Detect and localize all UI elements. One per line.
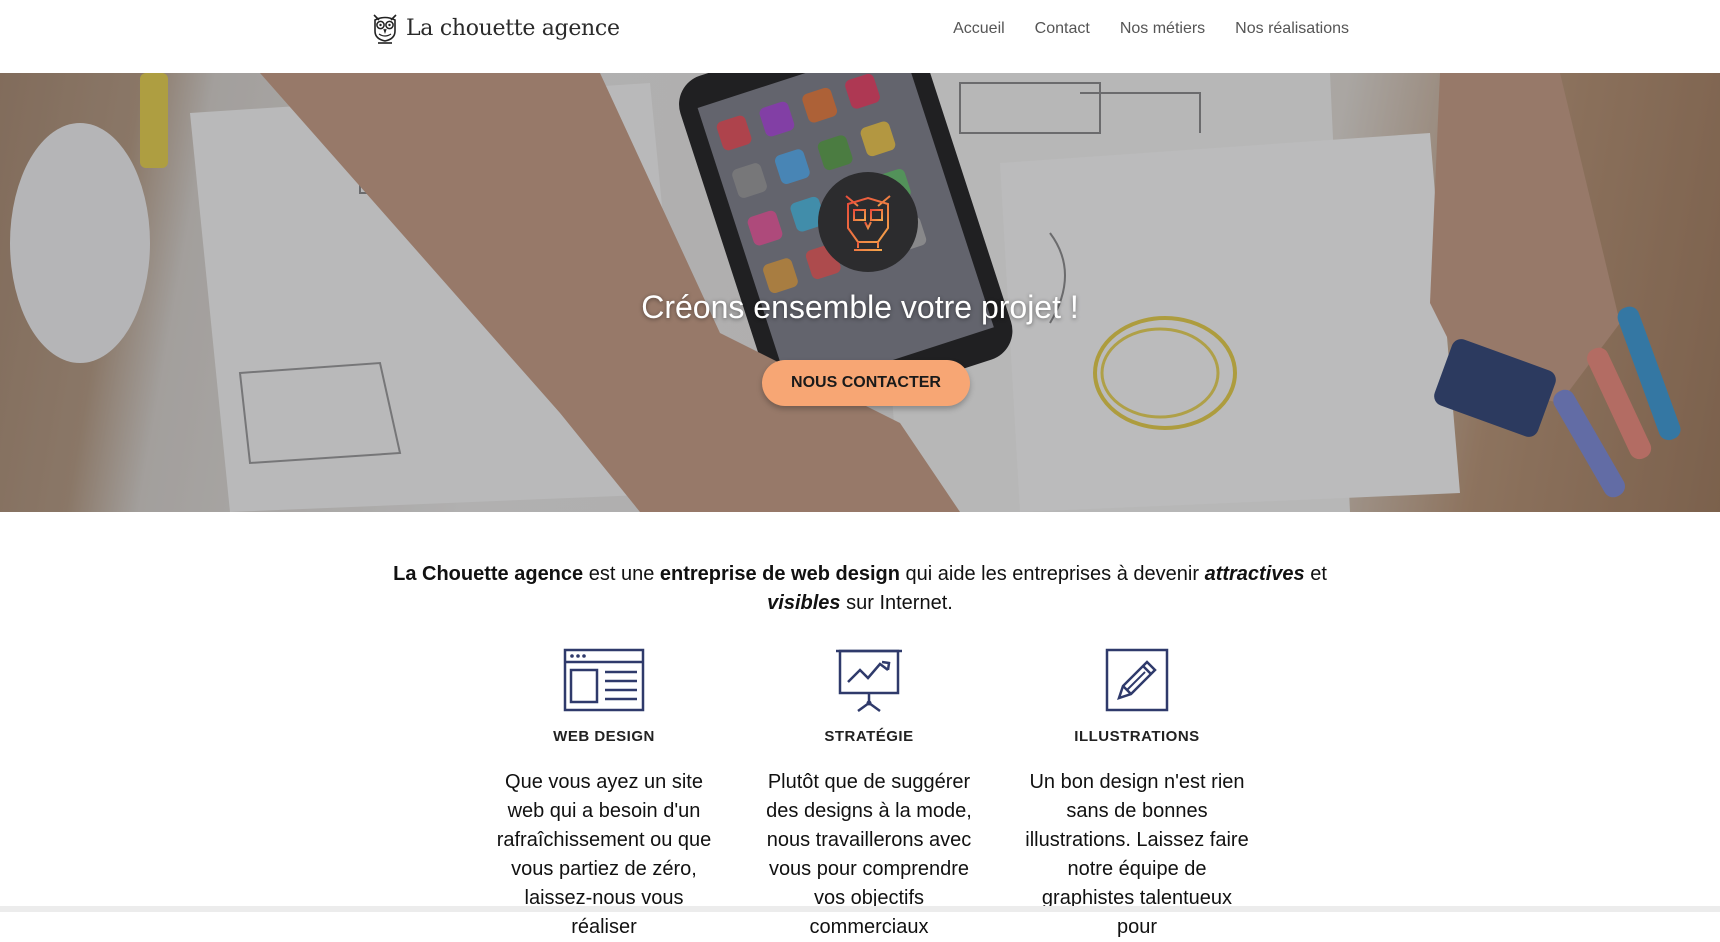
service-description: Un bon design n'est rien sans de bonnes … xyxy=(1025,771,1249,938)
intro-highlight: entreprise de web design xyxy=(659,563,900,585)
nav-link-nos-metiers[interactable]: Nos métiers xyxy=(1120,20,1205,38)
service-web-design: WEB DESIGN Que vous ayez un site web qui… xyxy=(489,648,719,942)
service-illustrations: ILLUSTRATIONS Un bon design n'est rien s… xyxy=(1022,648,1252,942)
intro-emphasis: attractives xyxy=(1204,563,1305,585)
intro-emphasis: visibles xyxy=(767,592,841,614)
service-description: Plutôt que de suggérer des designs à la … xyxy=(766,771,972,938)
nav-link-accueil[interactable]: Accueil xyxy=(953,20,1005,38)
service-title: STRATÉGIE xyxy=(824,728,914,745)
service-title: WEB DESIGN xyxy=(553,728,655,745)
owl-emblem-icon xyxy=(845,195,891,251)
strategy-icon xyxy=(836,649,902,712)
intro-fragment: qui aide les entreprises à devenir xyxy=(899,563,1205,585)
nav-link-contact[interactable]: Contact xyxy=(1035,20,1090,38)
service-title: ILLUSTRATIONS xyxy=(1074,728,1200,745)
intro-fragment: sur Internet. xyxy=(840,592,953,614)
site-header: La chouette agence Accueil Contact Nos m… xyxy=(0,0,1720,73)
illustration-icon xyxy=(1105,648,1169,712)
intro-brand: La Chouette agence xyxy=(393,563,584,585)
web-design-icon xyxy=(563,648,645,712)
hero-title: Créons ensemble votre projet ! xyxy=(641,289,1079,325)
horizontal-scrollbar[interactable] xyxy=(0,906,1720,912)
intro-fragment: est une xyxy=(583,563,660,585)
hero-banner: Créons ensemble votre projet ! NOUS CONT… xyxy=(0,73,1720,512)
service-strategie: STRATÉGIE Plutôt que de suggérer des des… xyxy=(754,648,984,942)
owl-logo-icon xyxy=(373,14,397,44)
service-description: Que vous ayez un site web qui a besoin d… xyxy=(496,771,712,938)
nav-link-nos-realisations[interactable]: Nos réalisations xyxy=(1235,20,1349,38)
owl-emblem xyxy=(818,172,918,272)
intro-fragment: et xyxy=(1304,563,1327,585)
main-nav: Accueil Contact Nos métiers Nos réalisat… xyxy=(953,20,1349,38)
contact-cta-button[interactable]: NOUS CONTACTER xyxy=(762,360,970,406)
intro-text: La Chouette agence est une entreprise de… xyxy=(380,560,1340,618)
brand-link[interactable]: La chouette agence xyxy=(370,11,620,45)
brand-name: La chouette agence xyxy=(406,15,620,41)
